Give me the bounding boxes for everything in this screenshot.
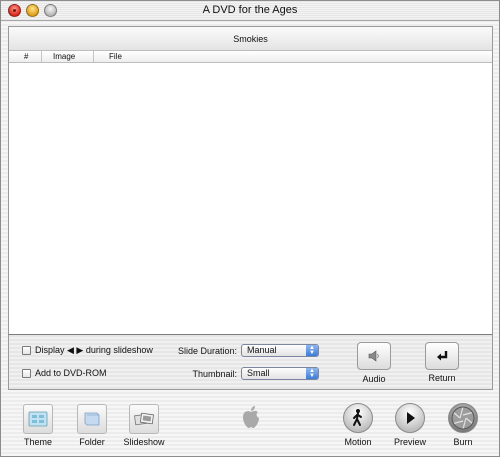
panel-header: Smokies xyxy=(9,27,492,51)
motion-button[interactable] xyxy=(343,403,373,433)
speaker-icon xyxy=(368,350,379,362)
title-bar[interactable]: A DVD for the Ages xyxy=(1,1,499,21)
preview-button[interactable] xyxy=(395,403,425,433)
slide-duration-value: Manual xyxy=(247,345,277,355)
audio-button[interactable] xyxy=(357,342,391,370)
column-file[interactable]: File xyxy=(109,52,122,61)
slideshow-icon xyxy=(134,412,154,426)
folder-icon xyxy=(84,412,100,426)
app-window: A DVD for the Ages Smokies # Image File … xyxy=(0,0,500,457)
popup-arrows-icon: ▲ ▼ xyxy=(306,368,318,379)
apple-logo-icon xyxy=(239,404,263,432)
aperture-icon xyxy=(451,406,475,430)
slide-duration-select[interactable]: Manual ▲ ▼ xyxy=(241,344,319,357)
return-arrow-icon xyxy=(437,351,448,361)
column-number[interactable]: # xyxy=(24,52,28,61)
display-arrows-option[interactable]: Display ◀ ▶ during slideshow xyxy=(22,345,153,356)
column-image[interactable]: Image xyxy=(53,52,75,61)
theme-icon xyxy=(28,411,48,427)
display-arrows-label: Display ◀ ▶ during slideshow xyxy=(35,345,153,355)
window-title: A DVD for the Ages xyxy=(202,4,298,16)
theme-button[interactable] xyxy=(23,404,53,434)
slideshow-controls: Display ◀ ▶ during slideshow Add to DVD-… xyxy=(8,334,493,390)
motion-label: Motion xyxy=(344,437,372,447)
preview-label: Preview xyxy=(393,437,426,447)
return-label: Return xyxy=(428,373,456,383)
slideshow-title: Smokies xyxy=(233,34,268,44)
add-to-dvd-rom-option[interactable]: Add to DVD-ROM xyxy=(22,368,107,378)
slide-duration-label: Slide Duration: xyxy=(177,346,237,356)
column-separator xyxy=(41,51,42,62)
slide-list[interactable] xyxy=(9,64,492,334)
add-to-dvd-rom-checkbox[interactable] xyxy=(22,368,31,378)
theme-label: Theme xyxy=(23,437,52,447)
column-header-row: # Image File xyxy=(9,51,492,63)
thumbnail-select[interactable]: Small ▲ ▼ xyxy=(241,367,319,380)
slideshow-button[interactable] xyxy=(129,404,159,434)
slideshow-label: Slideshow xyxy=(123,437,165,447)
burn-label: Burn xyxy=(453,437,473,447)
display-arrows-checkbox[interactable] xyxy=(22,346,31,355)
folder-label: Folder xyxy=(79,437,105,447)
return-button[interactable] xyxy=(425,342,459,370)
popup-arrows-icon: ▲ ▼ xyxy=(306,345,318,356)
burn-button[interactable] xyxy=(448,403,478,433)
walking-figure-icon xyxy=(353,409,362,426)
audio-label: Audio xyxy=(362,374,386,384)
slideshow-panel: Smokies # Image File xyxy=(8,26,493,362)
thumbnail-value: Small xyxy=(247,368,270,378)
folder-button[interactable] xyxy=(77,404,107,434)
add-to-dvd-rom-label: Add to DVD-ROM xyxy=(35,368,107,378)
play-icon xyxy=(407,412,415,424)
thumbnail-label: Thumbnail: xyxy=(192,369,237,379)
column-separator xyxy=(93,51,94,62)
